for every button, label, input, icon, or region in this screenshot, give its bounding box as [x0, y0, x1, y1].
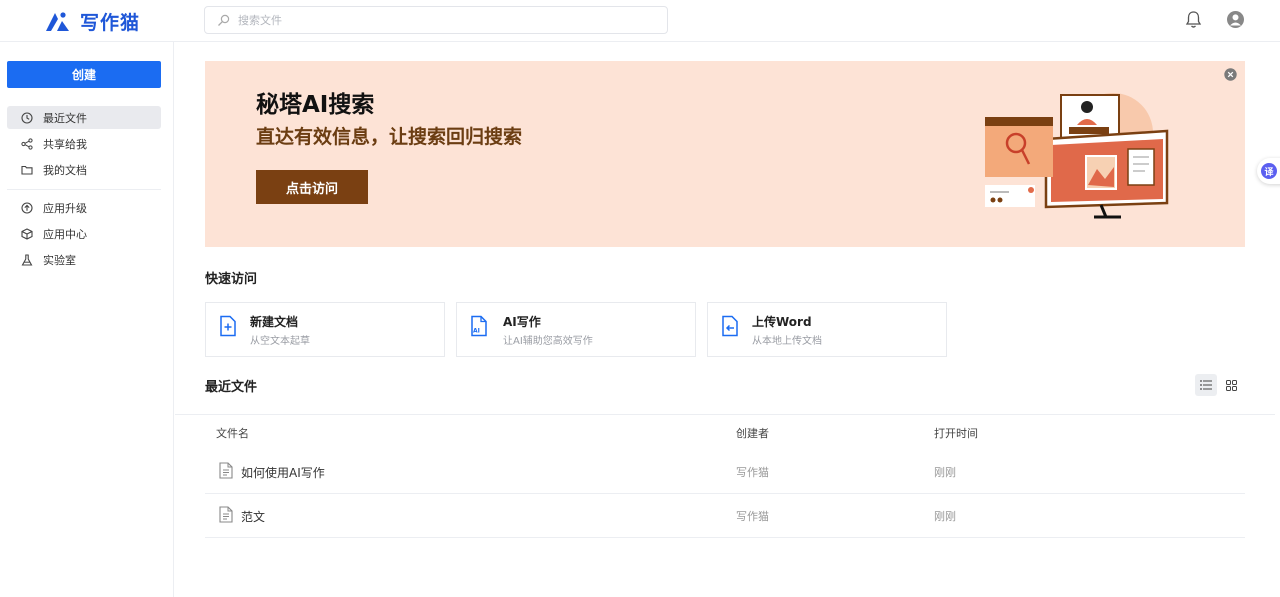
top-bar: 写作猫 [0, 0, 1280, 42]
flask-icon [21, 253, 33, 266]
card-title: AI写作 [503, 315, 541, 329]
share-icon [21, 137, 33, 150]
column-header-name[interactable]: 文件名 [216, 425, 249, 441]
sidebar-divider [7, 189, 161, 190]
file-creator: 写作猫 [736, 510, 769, 523]
file-creator: 写作猫 [736, 466, 769, 479]
table-row[interactable]: 范文 写作猫 刚刚 [205, 494, 1245, 538]
file-name: 如何使用AI写作 [241, 466, 325, 480]
grid-view-button[interactable] [1220, 374, 1242, 396]
translate-button[interactable]: 译 [1257, 158, 1280, 184]
table-row[interactable]: 如何使用AI写作 写作猫 刚刚 [205, 450, 1245, 494]
grid-view-icon [1225, 379, 1237, 391]
search-input[interactable] [238, 13, 638, 27]
sidebar-item-label: 最近文件 [43, 111, 87, 125]
sidebar-item-shared[interactable]: 共享给我 [7, 132, 161, 155]
svg-text:AI: AI [473, 328, 480, 335]
folder-icon [21, 165, 33, 175]
promo-banner[interactable]: 秘塔AI搜索 直达有效信息，让搜索回归搜索 点击访问 [205, 61, 1245, 247]
card-desc: 让AI辅助您高效写作 [503, 336, 593, 347]
card-desc: 从本地上传文档 [752, 336, 822, 347]
banner-close-icon[interactable] [1224, 68, 1237, 81]
search-box[interactable] [204, 6, 668, 34]
card-desc: 从空文本起草 [250, 336, 310, 347]
create-button[interactable]: 创建 [7, 61, 161, 88]
upload-word-card[interactable]: 上传Word 从本地上传文档 [707, 302, 947, 357]
cube-icon [21, 227, 33, 240]
upload-doc-icon [722, 315, 738, 337]
sidebar-item-lab[interactable]: 实验室 [7, 248, 161, 271]
logo-text: 写作猫 [80, 12, 141, 34]
card-title: 新建文档 [250, 315, 299, 329]
user-avatar-icon[interactable] [1226, 10, 1245, 29]
sidebar-item-label: 我的文档 [43, 163, 87, 177]
clock-icon [21, 111, 33, 124]
banner-subtitle: 直达有效信息，让搜索回归搜索 [256, 126, 523, 148]
table-top-divider [175, 414, 1275, 415]
file-name: 范文 [241, 510, 266, 524]
new-doc-icon [220, 315, 236, 337]
sidebar-item-label: 应用中心 [43, 227, 87, 241]
ai-write-card[interactable]: AI AI写作 让AI辅助您高效写作 [456, 302, 696, 357]
column-header-creator[interactable]: 创建者 [736, 425, 769, 441]
file-open-time: 刚刚 [934, 510, 956, 523]
recent-files-title: 最近文件 [205, 380, 258, 395]
search-icon [218, 14, 230, 26]
sidebar-item-label: 实验室 [43, 253, 76, 267]
document-icon [219, 462, 233, 479]
new-doc-card[interactable]: 新建文档 从空文本起草 [205, 302, 445, 357]
logo[interactable]: 写作猫 [44, 8, 140, 35]
sidebar-item-label: 应用升级 [43, 201, 87, 215]
sidebar: 创建 最近文件 共享给我 我的文档 应用升级 应用中心 实验室 [0, 42, 174, 597]
logo-icon [46, 11, 69, 31]
bell-icon[interactable] [1185, 10, 1202, 29]
upgrade-icon [21, 201, 33, 214]
sidebar-item-app-center[interactable]: 应用中心 [7, 222, 161, 245]
card-title: 上传Word [752, 315, 812, 329]
document-icon [219, 506, 233, 523]
list-view-icon [1200, 380, 1212, 390]
column-header-open-time[interactable]: 打开时间 [934, 425, 978, 441]
file-open-time: 刚刚 [934, 466, 956, 479]
sidebar-item-upgrade[interactable]: 应用升级 [7, 196, 161, 219]
ai-doc-icon: AI [471, 315, 487, 337]
translate-icon: 译 [1261, 163, 1277, 179]
sidebar-item-label: 共享给我 [43, 137, 87, 151]
sidebar-item-recent[interactable]: 最近文件 [7, 106, 161, 129]
banner-illustration [985, 93, 1169, 219]
banner-title: 秘塔AI搜索 [256, 92, 375, 118]
list-view-button[interactable] [1195, 374, 1217, 396]
sidebar-item-my-docs[interactable]: 我的文档 [7, 158, 161, 181]
quick-access-title: 快速访问 [205, 272, 258, 287]
banner-visit-button[interactable]: 点击访问 [256, 170, 368, 204]
